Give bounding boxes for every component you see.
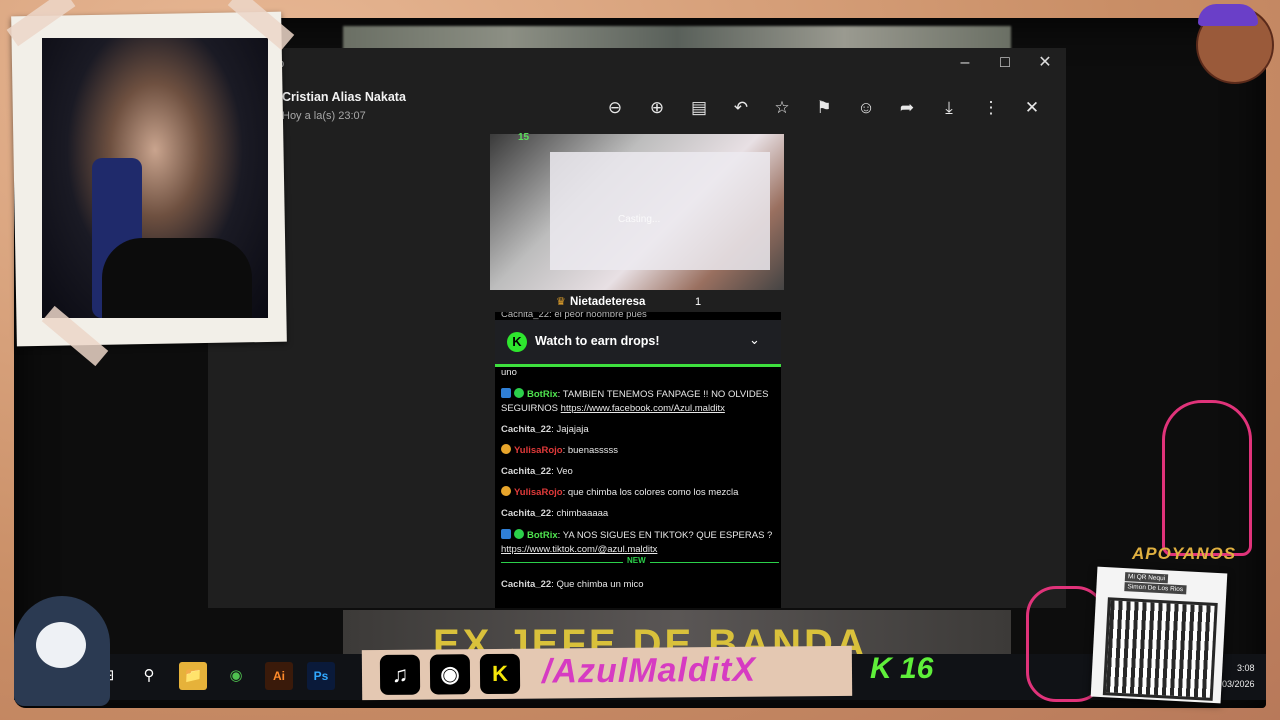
chat-user[interactable]: BotRix <box>527 530 558 541</box>
sender-name: Cristian Alias Nakata <box>282 90 406 104</box>
chat-message: YulisaRojo: que chimba los colores como … <box>501 486 773 500</box>
reply-icon[interactable]: ↶ <box>727 96 755 120</box>
channel-handle: /AzulMalditX <box>541 650 757 691</box>
file-explorer-icon[interactable]: 📁 <box>179 662 207 690</box>
chat-user[interactable]: Cachita_22 <box>501 466 551 477</box>
taskbar-clock: 3:08 03/2026 <box>1222 660 1255 692</box>
qr-code <box>1102 597 1218 701</box>
chevron-down-icon[interactable]: ⌄ <box>749 332 760 348</box>
chat-message: Cachita_22: Que chimba un mico <box>501 578 773 592</box>
chat-text: : que chimba los colores como los mezcla <box>562 487 739 498</box>
chat-user[interactable]: Cachita_22 <box>501 424 551 435</box>
chat-text: : buenasssss <box>562 445 619 456</box>
thumbnail-screen <box>550 152 770 270</box>
sent-time: Hoy a la(s) 23:07 <box>282 110 366 122</box>
caption-icon[interactable]: ▤ <box>685 96 713 120</box>
streamer-shirt <box>102 238 252 318</box>
webcam-feed <box>42 38 268 318</box>
chat-link[interactable]: https://www.facebook.com/Azul.malditx <box>561 403 725 414</box>
drops-banner[interactable]: K Watch to earn drops! ⌄ <box>495 320 781 367</box>
streamer-name[interactable]: Nietadeteresa <box>570 296 645 308</box>
star-icon[interactable]: ☆ <box>768 96 796 120</box>
zoom-in-icon[interactable]: ⊕ <box>643 96 671 120</box>
chat-message: BotRix: YA NOS SIGUES EN TIKTOK? QUE ESP… <box>501 529 773 557</box>
close-icon[interactable]: ✕ <box>1018 96 1046 120</box>
chat-message: Cachita_22: Veo <box>501 465 773 479</box>
pin-icon[interactable]: ⚑ <box>810 96 838 120</box>
bot-badge-icon <box>501 388 511 398</box>
drops-label: Watch to earn drops! <box>535 334 660 348</box>
browser-icon[interactable]: ◉ <box>222 662 250 690</box>
photo-viewer-window: p – □ ✕ Cristian Alias Nakata Hoy a la(s… <box>208 48 1066 608</box>
chat-user[interactable]: YulisaRojo <box>514 487 563 498</box>
kick-badge: K 16 <box>870 652 934 685</box>
mascot-hat <box>1198 4 1258 26</box>
social-handle-strip: ♫ ◉ K /AzulMalditX <box>361 645 853 701</box>
emoji-icon[interactable]: ☺ <box>852 96 880 120</box>
chat-message: Cachita_22: Jajajaja <box>501 423 773 437</box>
viewer-badge: 15 <box>518 132 530 143</box>
chat-text: : chimbaaaaa <box>551 508 609 519</box>
maximize-button[interactable]: □ <box>991 52 1019 74</box>
support-heading: APOYANOS <box>1132 544 1237 563</box>
viewer-count: 1 <box>695 296 702 308</box>
clock-date: 03/2026 <box>1222 679 1255 689</box>
download-icon[interactable]: ⤓ <box>935 96 963 120</box>
bot-badge-icon <box>501 529 511 539</box>
new-label: NEW <box>623 556 650 565</box>
chat-link[interactable]: https://www.tiktok.com/@azul.malditx <box>501 544 657 555</box>
pink-devil-drawing <box>1162 400 1252 556</box>
chat-message: Cachita_22: chimbaaaaa <box>501 507 773 521</box>
verified-badge-icon <box>514 529 524 539</box>
casting-text: Casting... <box>618 214 661 225</box>
window-close-button[interactable]: ✕ <box>1031 52 1059 74</box>
chat-panel: Cachita_22: el peor hoombre pues K Watch… <box>495 312 781 608</box>
zoom-out-icon[interactable]: ⊖ <box>601 96 629 120</box>
chat-user[interactable]: Cachita_22 <box>501 579 551 590</box>
search-icon[interactable]: ⚲ <box>135 662 163 690</box>
chat-message: YulisaRojo: buenasssss <box>501 444 773 458</box>
clock-time: 3:08 <box>1237 663 1255 673</box>
stream-thumbnail[interactable]: 15 Casting... <box>490 132 784 290</box>
photoshop-icon[interactable]: Ps <box>307 662 335 690</box>
chat-message: BotRix: TAMBIEN TENEMOS FANPAGE !! NO OL… <box>501 388 773 416</box>
chat-user[interactable]: YulisaRojo <box>514 445 563 456</box>
verified-badge-icon <box>514 388 524 398</box>
title-bar: p – □ ✕ <box>208 48 1066 78</box>
minimize-button[interactable]: – <box>951 52 979 74</box>
sub-badge-icon <box>501 486 511 496</box>
chat-text: : Que chimba un mico <box>551 579 644 590</box>
illustrator-icon[interactable]: Ai <box>265 662 293 690</box>
chat-text: : Veo <box>551 466 573 477</box>
qr-card: Mi QR Nequi Simon De Los Rios <box>1090 566 1228 704</box>
chat-text: : YA NOS SIGUES EN TIKTOK? QUE ESPERAS ? <box>557 530 773 541</box>
forward-icon[interactable]: ➦ <box>893 96 921 120</box>
chat-user[interactable]: BotRix <box>527 389 558 400</box>
sub-badge-icon <box>501 444 511 454</box>
kick-logo-icon: K <box>507 332 527 352</box>
chat-text: : Jajajaja <box>551 424 589 435</box>
chat-fragment: uno <box>501 367 517 378</box>
qr-owner: Simon De Los Rios <box>1124 582 1187 595</box>
tiktok-icon: ♫ <box>379 654 421 695</box>
more-icon[interactable]: ⋮ <box>977 96 1005 120</box>
kick-icon: K <box>479 653 521 695</box>
reaper-skull <box>36 622 86 668</box>
crown-icon: ♛ <box>556 296 566 308</box>
instagram-icon: ◉ <box>429 654 471 695</box>
chat-user[interactable]: Cachita_22 <box>501 508 551 519</box>
streamer-row: ♛ Nietadeteresa 1 <box>490 294 784 312</box>
